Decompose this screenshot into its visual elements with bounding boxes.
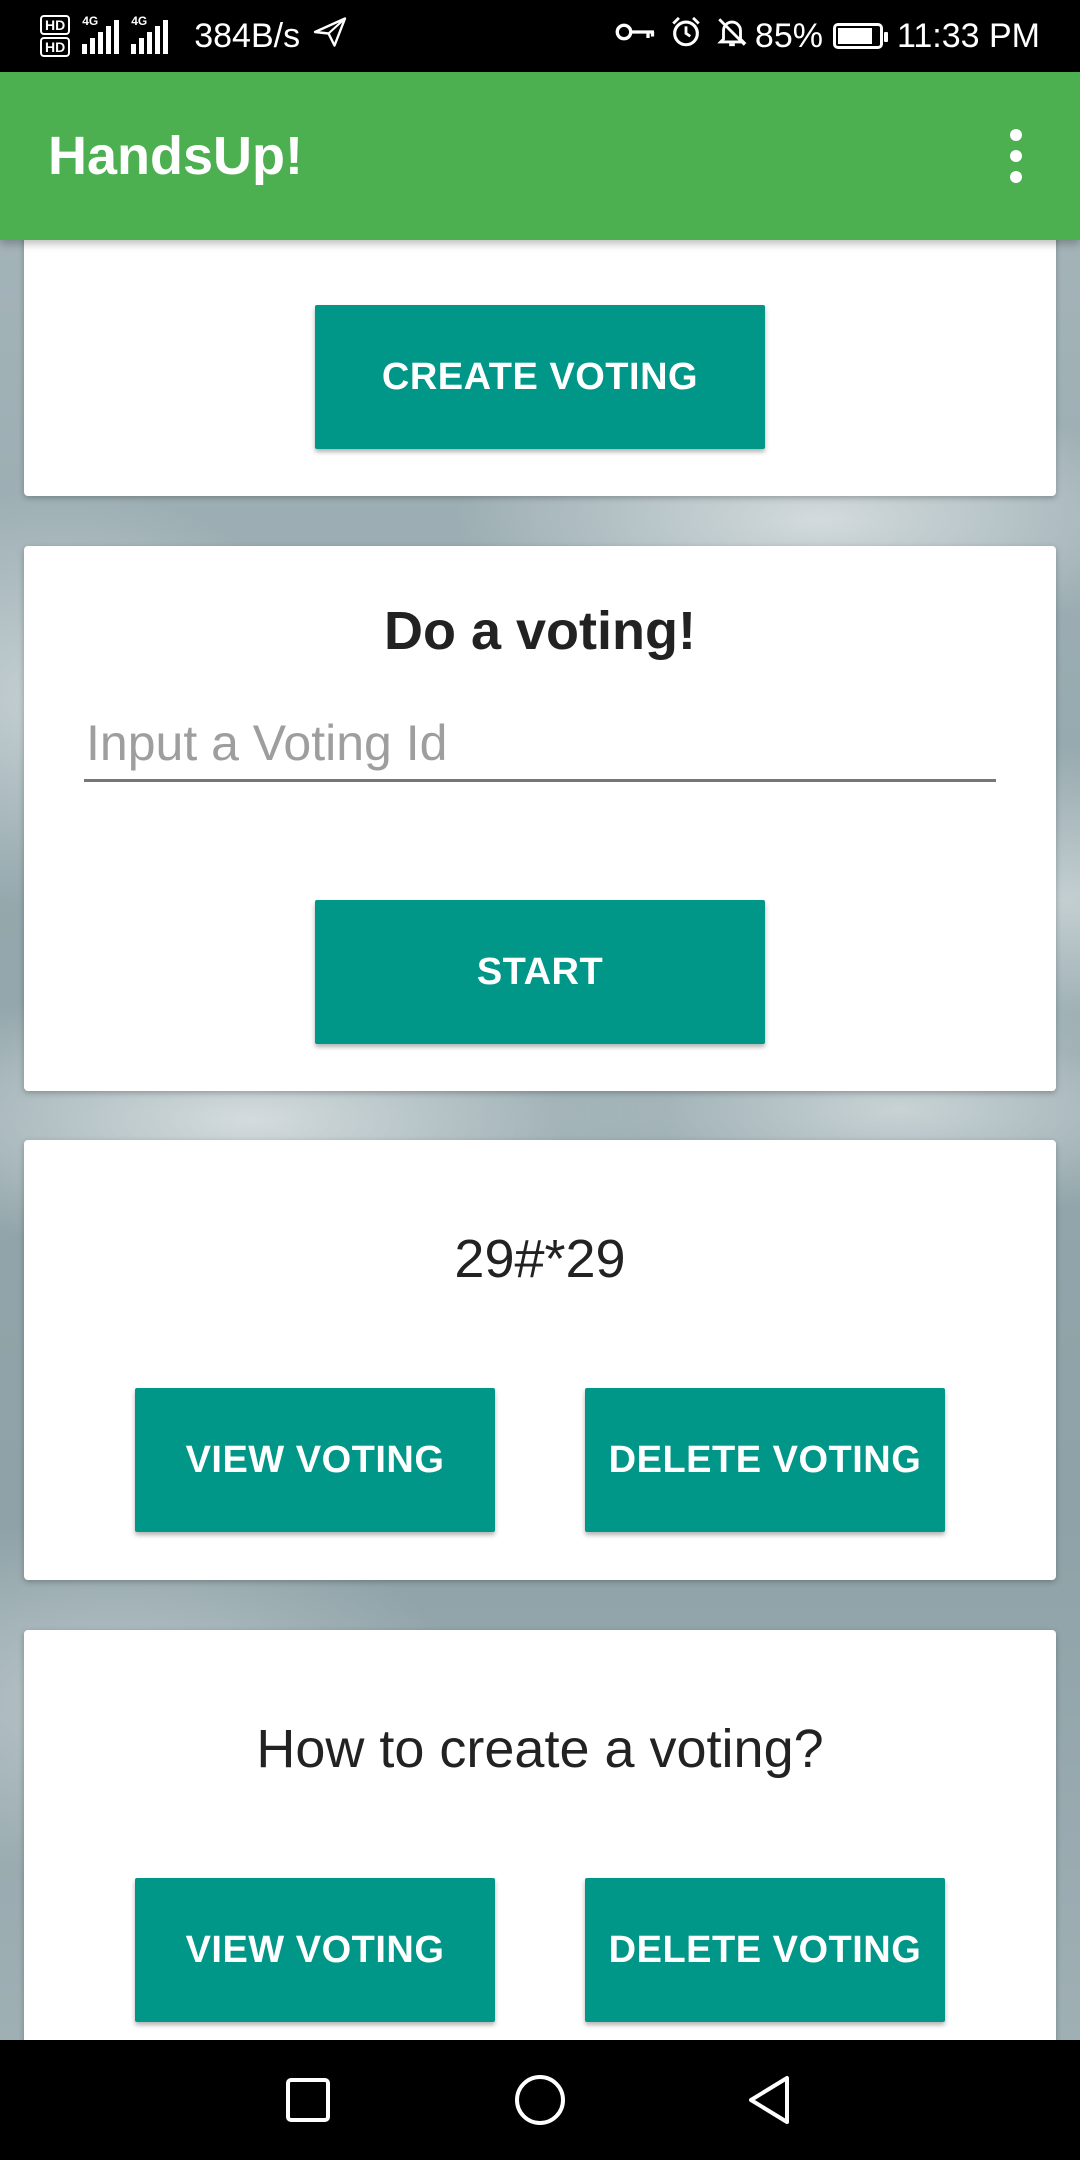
triangle-back-icon[interactable] bbox=[730, 2060, 810, 2140]
alarm-icon bbox=[669, 15, 703, 58]
screen: HD HD 4G 4G 384B/s 85% 11:33 PM HandsUp!… bbox=[0, 0, 1080, 2160]
hd-badge: HD bbox=[40, 15, 71, 35]
clock: 11:33 PM bbox=[896, 16, 1040, 55]
circle-icon[interactable] bbox=[500, 2060, 580, 2140]
delete-voting-button[interactable]: DELETE VOTING bbox=[585, 1878, 945, 2022]
signal-icon: 4G bbox=[131, 14, 169, 54]
navigation-bar bbox=[0, 2040, 1080, 2160]
view-voting-button[interactable]: VIEW VOTING bbox=[135, 1388, 495, 1532]
hd-badges: HD HD bbox=[40, 15, 71, 57]
network-label: 4G bbox=[131, 14, 148, 28]
app-title: HandsUp! bbox=[48, 126, 303, 186]
app-bar: HandsUp! bbox=[0, 72, 1080, 240]
battery-percent: 85% bbox=[754, 16, 823, 55]
more-vert-icon[interactable] bbox=[974, 114, 1058, 198]
square-icon[interactable] bbox=[268, 2060, 348, 2140]
send-icon bbox=[312, 14, 348, 59]
battery-icon bbox=[832, 23, 888, 49]
key-icon bbox=[615, 17, 657, 56]
voting-title: How to create a voting? bbox=[256, 1719, 824, 1779]
bell-off-icon bbox=[715, 15, 749, 58]
hd-badge: HD bbox=[40, 37, 71, 57]
network-label: 4G bbox=[82, 14, 99, 28]
status-left: HD HD 4G 4G 384B/s bbox=[40, 0, 348, 72]
do-voting-heading: Do a voting! bbox=[384, 601, 696, 661]
net-speed: 384B/s bbox=[194, 16, 301, 55]
voting-card: 29#*29 VIEW VOTING DELETE VOTING bbox=[24, 1140, 1056, 1580]
voting-title: 29#*29 bbox=[454, 1229, 626, 1289]
delete-voting-button[interactable]: DELETE VOTING bbox=[585, 1388, 945, 1532]
do-voting-card: Do a voting! START bbox=[24, 546, 1056, 1091]
status-right: 85% 11:33 PM bbox=[603, 0, 1040, 72]
start-button[interactable]: START bbox=[315, 900, 765, 1044]
view-voting-button[interactable]: VIEW VOTING bbox=[135, 1878, 495, 2022]
create-voting-button[interactable]: CREATE VOTING bbox=[315, 305, 765, 449]
signal-icon: 4G bbox=[82, 14, 120, 54]
status-bar: HD HD 4G 4G 384B/s 85% 11:33 PM bbox=[0, 0, 1080, 72]
voting-id-input[interactable] bbox=[84, 706, 996, 782]
